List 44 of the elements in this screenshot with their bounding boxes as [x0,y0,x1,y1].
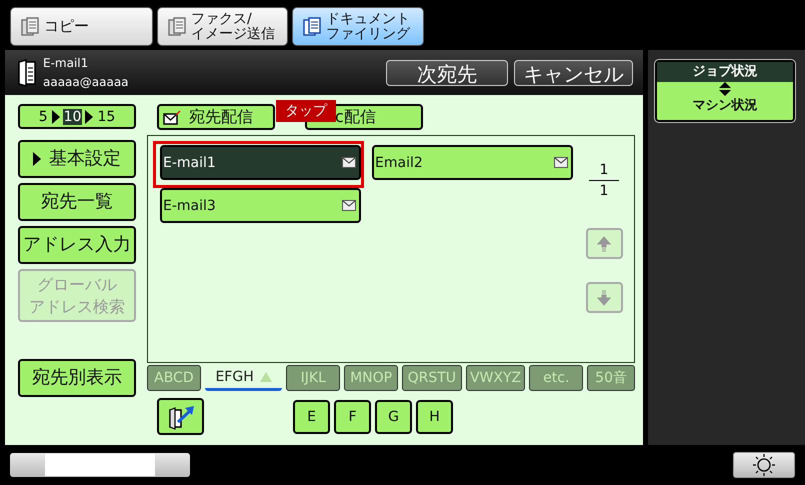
address-book-icon [17,58,37,86]
view-button[interactable]: 宛先別表示 [18,359,136,397]
destination-address: aaaaa@aaaaa [43,74,130,90]
brightness-button[interactable] [733,452,795,478]
address-entry[interactable]: Email2 [372,145,573,180]
letter-key[interactable]: H [416,400,453,434]
directory-button[interactable] [157,398,204,435]
side-button[interactable]: 基本設定 [18,140,136,178]
send-tab[interactable]: 宛先配信 [157,104,275,130]
count-option[interactable]: 5 [38,108,49,124]
document-icon [168,16,186,36]
document-icon [21,16,39,36]
arrow-icon [85,110,94,124]
tap-tooltip: タップ [276,100,336,122]
total-pages: 1 [589,180,619,201]
sun-icon [752,453,776,477]
current-page: 1 [598,161,610,180]
header-button[interactable]: 次宛先 [386,60,508,86]
count-option[interactable]: 10 [62,108,82,124]
envelope-icon [342,200,356,211]
count-option[interactable]: 15 [96,108,116,124]
address-entry[interactable]: E-mail3 [160,188,361,223]
status-button[interactable]: ジョブ状況 マシン状況 [655,60,795,122]
mode-tab[interactable]: ファクス/ イメージ送信 [157,7,288,46]
up-arrow-icon [597,236,611,252]
letter-key[interactable]: E [293,400,330,434]
triangle-icon [33,152,41,166]
mode-tab[interactable]: コピー [10,7,153,46]
envelope-icon [163,110,181,124]
side-button[interactable]: アドレス入力 [18,226,136,264]
side-button[interactable]: 宛先一覧 [18,183,136,221]
letter-key[interactable]: F [334,400,371,434]
down-arrow-icon [597,290,611,306]
mode-tab[interactable]: ドキュメント ファイリング [292,7,424,46]
letter-key[interactable]: G [375,400,412,434]
up-down-arrow-icon [718,82,732,96]
display-count-selector[interactable]: 5 10 15 [18,104,136,129]
document-icon [303,16,321,36]
envelope-icon [342,157,356,168]
address-entry[interactable]: E-mail1 [160,145,361,180]
header-button[interactable]: キャンセル [514,60,633,86]
triangle-icon [260,372,272,382]
envelope-icon [554,157,568,168]
destination-name: E-mail1 [43,54,90,72]
